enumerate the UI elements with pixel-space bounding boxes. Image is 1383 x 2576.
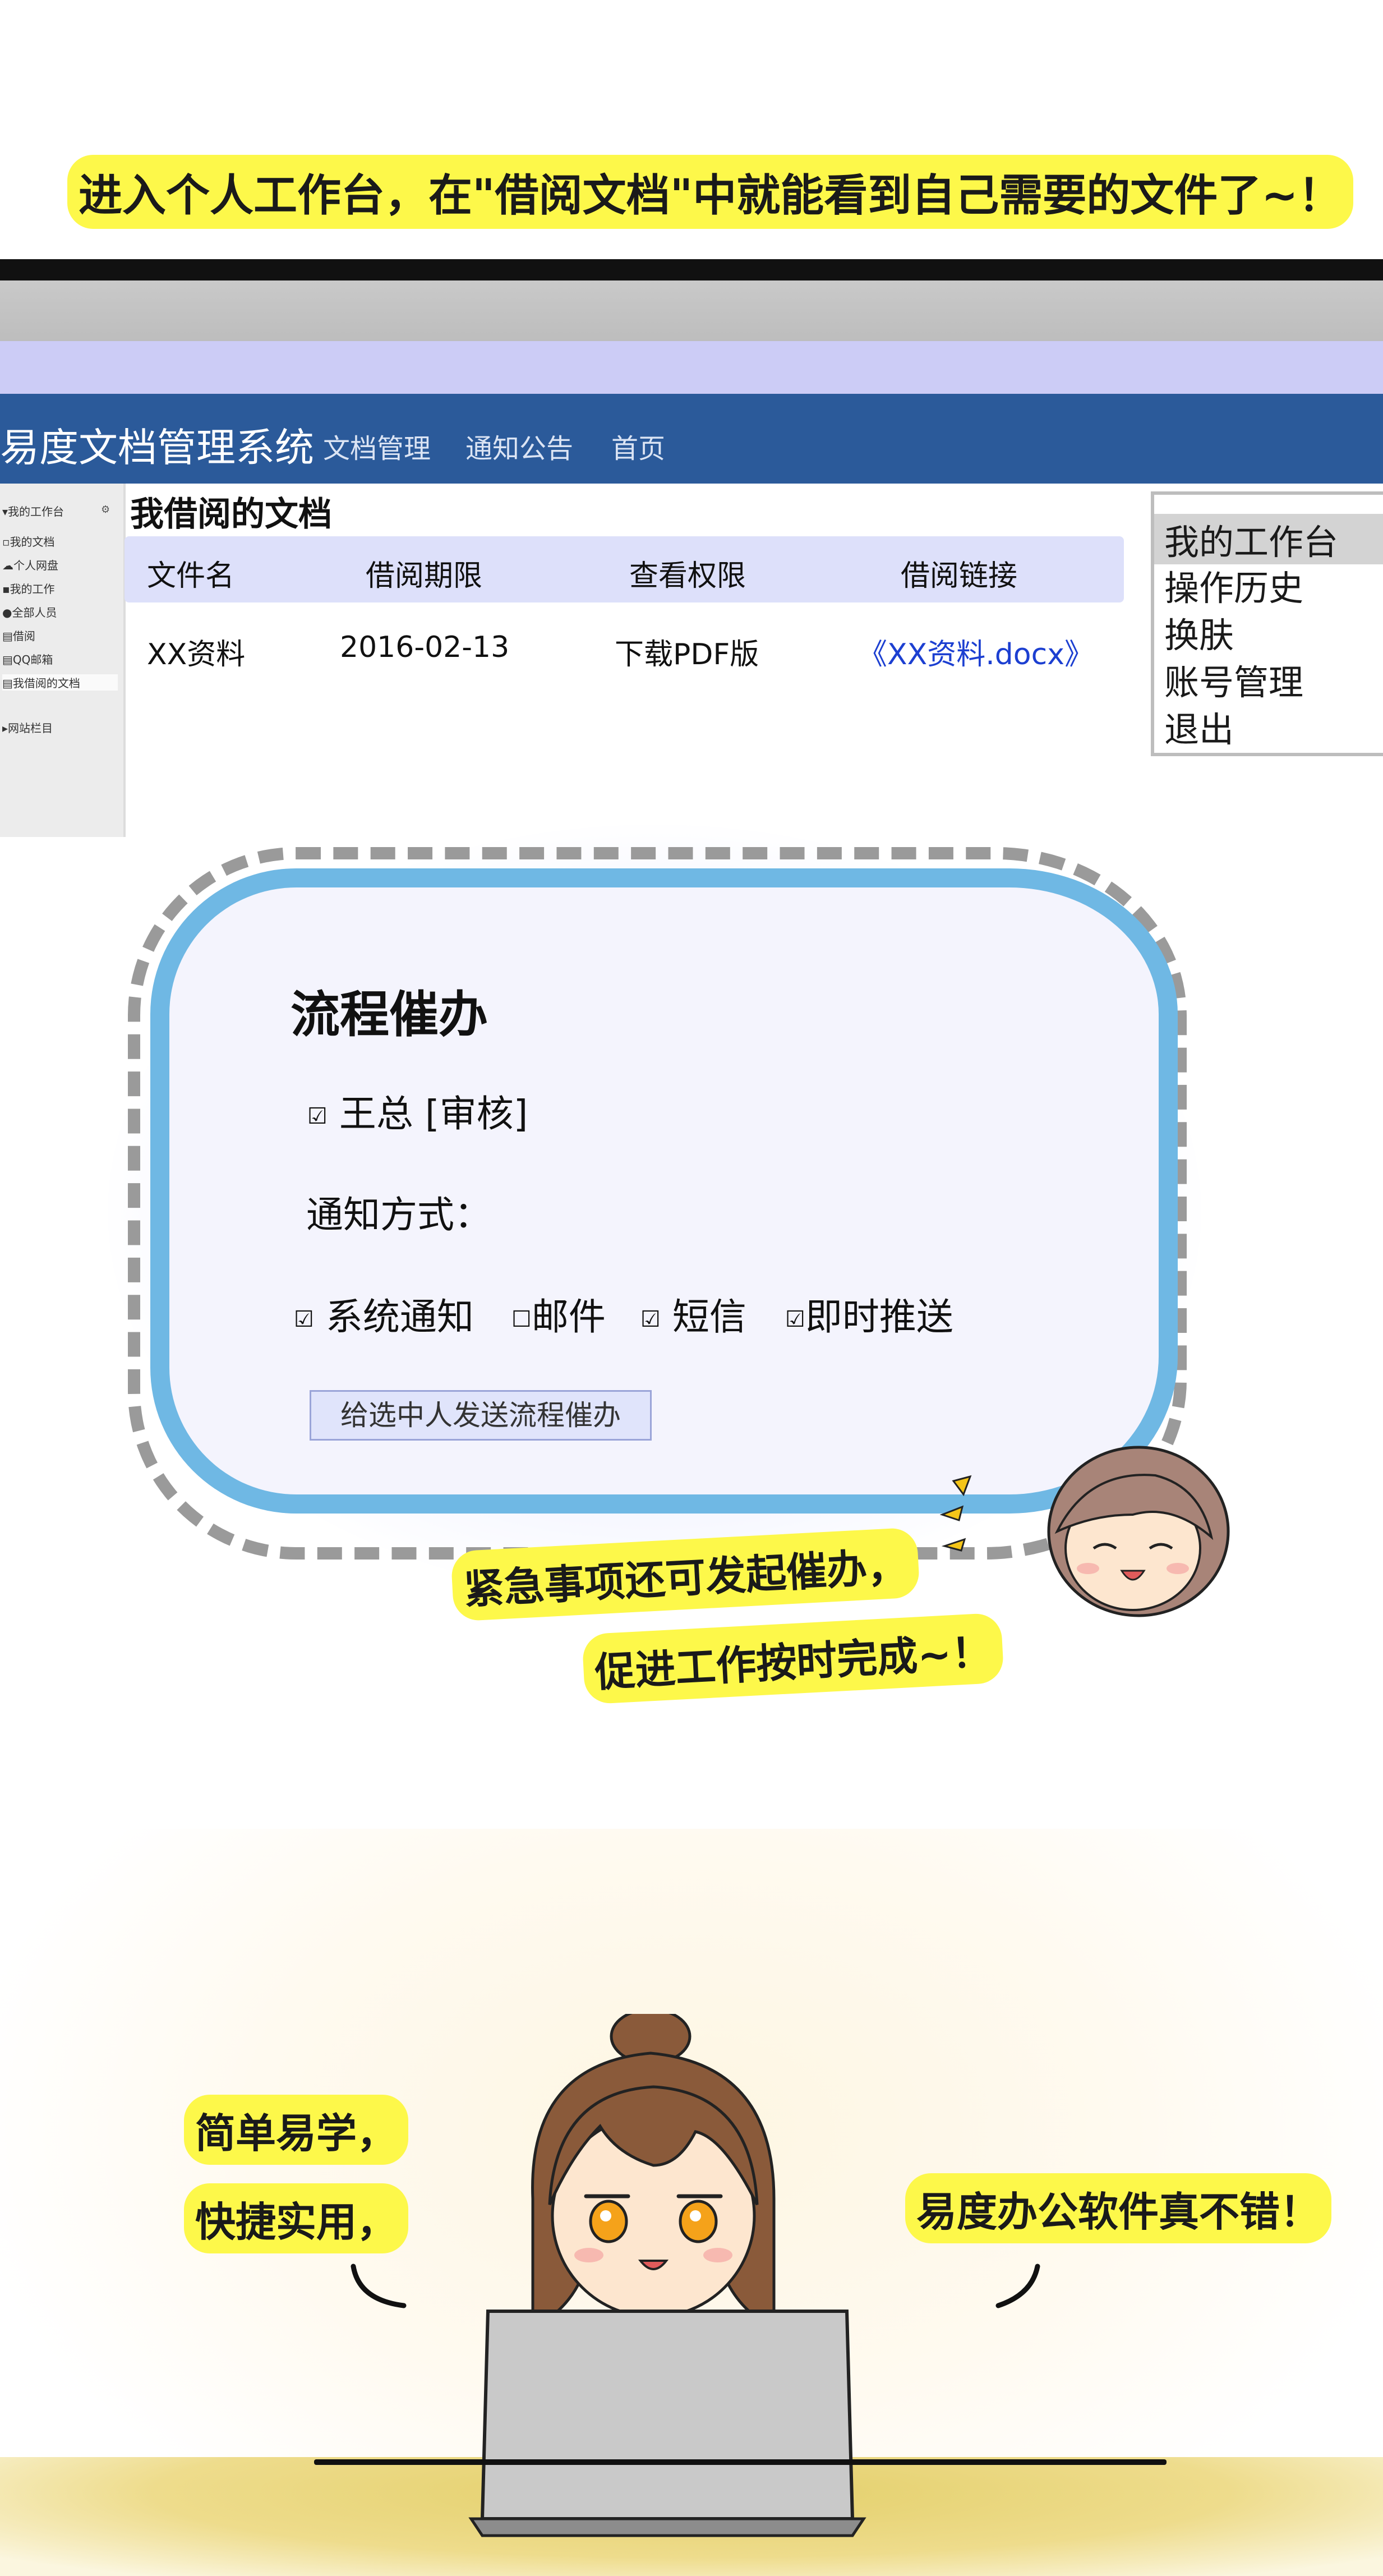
menu-item-account[interactable]: 账号管理 [1164, 654, 1303, 705]
mail-icon: ▤ [2, 653, 13, 666]
menu-item-history[interactable]: 操作历史 [1164, 560, 1303, 610]
col-deadline: 借阅期限 [366, 559, 483, 593]
reminder-title: 流程催办 [291, 986, 488, 1043]
checkbox-checked-icon[interactable]: ☑ [785, 1307, 805, 1332]
menu-item-skin[interactable]: 换肤 [1164, 607, 1234, 657]
approver-label: 王总 [审核] [339, 1092, 528, 1135]
cloud-icon: ☁ [2, 559, 13, 572]
monitor-bezel [0, 280, 1383, 342]
sidebar-item-qq-mail[interactable]: ▤QQ邮箱 [2, 651, 53, 667]
nav-home[interactable]: 首页 [611, 426, 665, 466]
small-girl-illustration [939, 1446, 1230, 1617]
girl-with-laptop-illustration [468, 2014, 866, 2537]
app-navbar: 易度文档管理系统 文档管理 通知公告 首页 [0, 394, 1383, 484]
sidebar-item-borrowed-docs[interactable]: ▤我借阅的文档 [2, 674, 118, 691]
monitor-frame-top [0, 259, 1383, 282]
browser-band [0, 341, 1383, 394]
app-brand[interactable]: 易度文档管理系统 [0, 416, 314, 473]
users-icon: ● [2, 606, 12, 619]
sidebar-item-all-staff[interactable]: ●全部人员 [2, 604, 57, 620]
sidebar-item-borrow[interactable]: ▤借阅 [2, 627, 35, 643]
cell-filename: XX资料 [147, 638, 246, 671]
menu-item-workbench[interactable]: 我的工作台 [1154, 514, 1383, 564]
caption-top: 进入个人工作台，在"借阅文档"中就能看到自己需要的文件了~！ [71, 158, 1350, 226]
col-filename: 文件名 [147, 559, 235, 593]
option-email[interactable]: ☐邮件 [511, 1287, 606, 1341]
speech-mark-right [995, 2264, 1040, 2308]
reminder-bubble [150, 868, 1178, 1514]
option-sms[interactable]: ☑ 短信 [640, 1287, 746, 1341]
book-icon: ▤ [2, 629, 13, 643]
sidebar-item-netdisk[interactable]: ☁个人网盘 [2, 556, 58, 573]
sidebar-item-workbench[interactable]: ▾我的工作台 [2, 503, 64, 519]
option-system[interactable]: ☑ 系统通知 [294, 1287, 474, 1341]
caption-urgent-2: 促进工作按时完成~！ [585, 1616, 1001, 1701]
briefcase-icon: ▪ [2, 582, 10, 596]
col-permission: 查看权限 [629, 559, 746, 593]
sidebar-item-my-work[interactable]: ▪我的工作 [2, 580, 55, 596]
file-icon: ▫ [2, 535, 10, 549]
checkbox-empty-icon[interactable]: ☐ [511, 1307, 532, 1332]
document-icon: ▤ [2, 677, 13, 690]
cell-link[interactable]: 《XX资料.docx》 [858, 631, 1094, 673]
cell-deadline: 2016-02-13 [340, 631, 510, 664]
nav-documents[interactable]: 文档管理 [323, 426, 431, 466]
checkbox-checked-icon[interactable]: ☑ [640, 1307, 661, 1332]
page-title: 我借阅的文档 [130, 495, 332, 534]
sidebar: ▾我的工作台 ⚙ ▫我的文档 ☁个人网盘 ▪我的工作 ●全部人员 ▤借阅 ▤QQ… [0, 484, 126, 837]
gear-icon[interactable]: ⚙ [101, 504, 110, 516]
checkbox-checked-icon[interactable]: ☑ [294, 1307, 314, 1332]
sidebar-item-my-docs[interactable]: ▫我的文档 [2, 533, 55, 549]
caption-left-2: 快捷实用， [187, 2187, 405, 2250]
checkbox-checked-icon[interactable]: ☑ [307, 1103, 328, 1129]
cell-permission[interactable]: 下载PDF版 [615, 631, 759, 673]
sidebar-item-site-columns[interactable]: ▸网站栏目 [2, 719, 53, 735]
option-push[interactable]: ☑即时推送 [785, 1287, 953, 1341]
user-menu: 我的工作台 操作历史 换肤 账号管理 退出 [1151, 491, 1383, 756]
col-link: 借阅链接 [901, 559, 1018, 593]
caption-right-1: 易度办公软件真不错！ [909, 2177, 1329, 2240]
send-reminder-button[interactable]: 给选中人发送流程催办 [310, 1390, 652, 1441]
desk-edge [314, 2459, 1167, 2465]
caption-left-1: 简单易学， [187, 2098, 405, 2161]
speech-mark-left [351, 2264, 407, 2308]
nav-notices[interactable]: 通知公告 [465, 426, 573, 466]
approver-row[interactable]: ☑ 王总 [审核] [307, 1084, 528, 1138]
notify-label: 通知方式： [306, 1193, 491, 1236]
menu-item-logout[interactable]: 退出 [1164, 701, 1234, 752]
